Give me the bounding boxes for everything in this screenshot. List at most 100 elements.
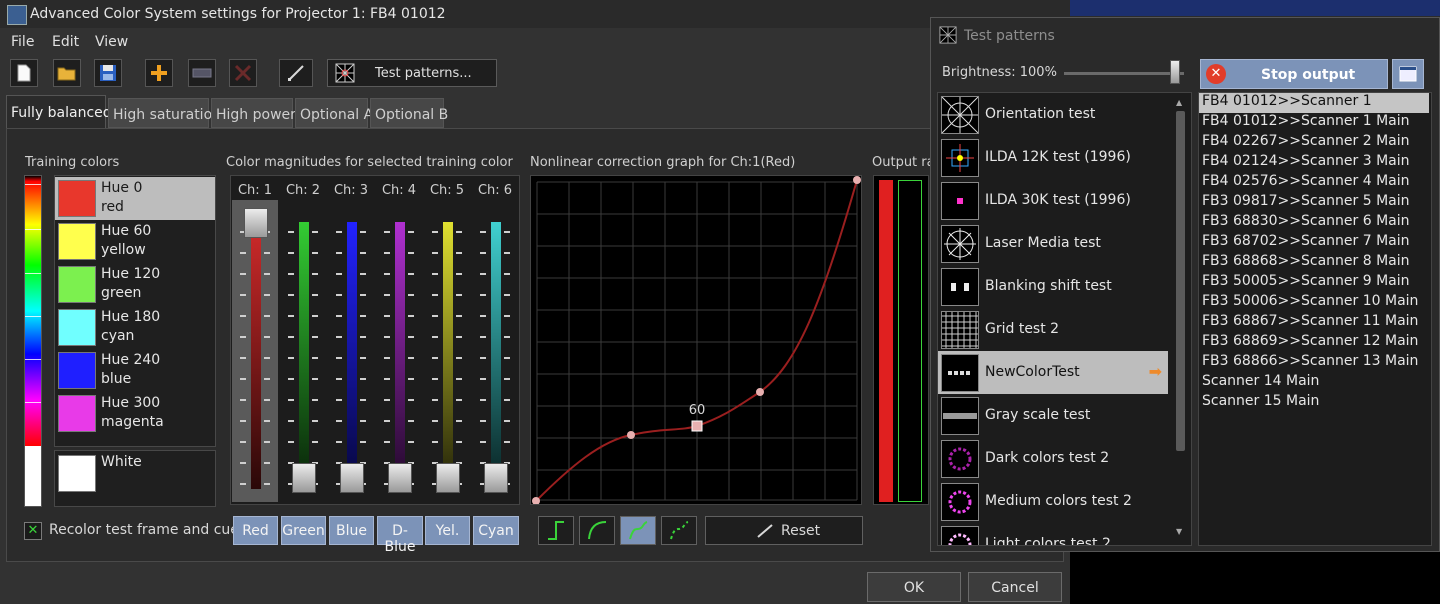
delete-button[interactable] [229, 59, 257, 87]
cancel-button[interactable]: Cancel [968, 572, 1062, 602]
curve-point [853, 176, 861, 184]
pattern-item-new-color-test[interactable]: NewColorTest ➡ [938, 351, 1168, 394]
pattern-item-ilda-12k[interactable]: ILDA 12K test (1996) [938, 136, 1168, 179]
channel-5-slider-knob[interactable] [436, 463, 460, 493]
channel-4-slider-knob[interactable] [388, 463, 412, 493]
tab-high-saturation[interactable]: High saturation [108, 98, 221, 128]
window-view-button[interactable] [1392, 59, 1424, 89]
channel-red-button[interactable]: Red [233, 516, 278, 545]
pattern-item-medium-colors[interactable]: Medium colors test 2 [938, 480, 1168, 523]
channel-2-slider-track[interactable] [299, 222, 309, 489]
add-button[interactable] [145, 59, 173, 87]
correction-graph[interactable]: 60 [530, 175, 862, 505]
scanner-list-item[interactable]: FB3 68830>>Scanner 6 Main [1199, 213, 1429, 233]
channel-2-slider-knob[interactable] [292, 463, 316, 493]
tab-optional-a[interactable]: Optional A [295, 98, 373, 128]
channel-d-blue-button[interactable]: D-Blue [377, 516, 423, 555]
pattern-item-orientation[interactable]: Orientation test [938, 93, 1168, 136]
pattern-item-blanking-shift[interactable]: Blanking shift test [938, 265, 1168, 308]
channel-green-button[interactable]: Green [281, 516, 326, 545]
pattern-item-light-colors[interactable]: Light colors test 2 [938, 523, 1168, 545]
channel-blue-button[interactable]: Blue [329, 516, 374, 545]
scanner-list-item[interactable]: FB3 50005>>Scanner 9 Main [1199, 273, 1429, 293]
channel-yellow-button[interactable]: Yel. [425, 516, 470, 545]
scanner-list-item[interactable]: FB3 68869>>Scanner 12 Main [1199, 333, 1429, 353]
curve-tool-button[interactable] [279, 59, 313, 87]
curve-s-shape-button[interactable] [620, 516, 656, 545]
channel-5-slider-track[interactable] [443, 222, 453, 489]
training-colors-list: Hue 0 red Hue 60 yellow Hue 120 green Hu… [54, 175, 216, 447]
new-file-button[interactable] [10, 59, 38, 87]
scanner-list-item[interactable]: FB3 09817>>Scanner 5 Main [1199, 193, 1429, 213]
stop-output-button[interactable]: ✕ Stop output [1200, 59, 1388, 89]
training-color-white[interactable]: White [54, 450, 216, 507]
curve-step-button[interactable] [538, 516, 574, 545]
brightness-slider-knob[interactable] [1170, 60, 1180, 84]
scanner-list-item[interactable]: FB3 68867>>Scanner 11 Main [1199, 313, 1429, 333]
training-colors-label: Training colors [25, 155, 120, 170]
scanner-list-item[interactable]: FB3 50006>>Scanner 10 Main [1199, 293, 1429, 313]
training-color-hue-120[interactable]: Hue 120 green [55, 263, 215, 306]
scanner-list-item[interactable]: FB4 01012>>Scanner 1 Main [1199, 113, 1429, 133]
brightness-slider-track[interactable] [1064, 72, 1184, 75]
edit-button[interactable] [188, 59, 216, 87]
scanner-list-item[interactable]: FB4 02267>>Scanner 2 Main [1199, 133, 1429, 153]
recolor-checkbox[interactable]: ✕ [24, 522, 42, 540]
scanner-list-item[interactable]: FB3 68868>>Scanner 8 Main [1199, 253, 1429, 273]
channel-3-slider-knob[interactable] [340, 463, 364, 493]
curve-point [756, 388, 764, 396]
training-color-hue-60[interactable]: Hue 60 yellow [55, 220, 215, 263]
recolor-label: Recolor test frame and cues [49, 522, 247, 538]
training-color-name: red [101, 199, 124, 215]
tab-high-power[interactable]: High power [211, 98, 296, 128]
ilda-30k-icon [941, 182, 979, 220]
channel-1-header: Ch: 1 [237, 183, 273, 198]
pattern-item-dark-colors[interactable]: Dark colors test 2 [938, 437, 1168, 480]
window-title: Advanced Color System settings for Proje… [30, 6, 446, 22]
pattern-item-ilda-30k[interactable]: ILDA 30K test (1996) [938, 179, 1168, 222]
scrollbar-thumb[interactable] [1176, 111, 1185, 451]
color-swatch [58, 223, 96, 260]
tab-optional-b[interactable]: Optional B [370, 98, 448, 128]
training-color-hue-300[interactable]: Hue 300 magenta [55, 392, 215, 435]
menu-file[interactable]: File [11, 34, 34, 50]
training-color-hue-180[interactable]: Hue 180 cyan [55, 306, 215, 349]
training-color-hue-240[interactable]: Hue 240 blue [55, 349, 215, 392]
scanner-list-item[interactable]: FB4 02576>>Scanner 4 Main [1199, 173, 1429, 193]
scanner-list-item[interactable]: FB4 02124>>Scanner 3 Main [1199, 153, 1429, 173]
curve-convex-button[interactable] [579, 516, 615, 545]
scroll-up-icon[interactable]: ▲ [1176, 98, 1182, 107]
pattern-item-gray-scale[interactable]: Gray scale test [938, 394, 1168, 437]
blanking-icon [941, 268, 979, 306]
color-swatch [58, 266, 96, 303]
reset-curve-button[interactable]: Reset [705, 516, 863, 545]
output-ranges-label: Output ra [872, 155, 935, 170]
channel-6-slider-knob[interactable] [484, 463, 508, 493]
channel-1-slider-knob[interactable] [244, 208, 268, 238]
tab-fully-balanced[interactable]: Fully balanced [6, 95, 112, 129]
channel-5-header: Ch: 5 [429, 183, 465, 198]
scanner-list-item[interactable]: FB3 68702>>Scanner 7 Main [1199, 233, 1429, 253]
channel-3-slider-track[interactable] [347, 222, 357, 489]
pattern-list-scrollbar[interactable]: ▲ ▼ [1172, 93, 1189, 545]
training-color-title: Hue 0 [101, 180, 143, 196]
training-color-hue-0[interactable]: Hue 0 red [55, 177, 215, 220]
menu-edit[interactable]: Edit [52, 34, 79, 50]
ok-button[interactable]: OK [867, 572, 961, 602]
test-patterns-button[interactable]: Test patterns... [327, 59, 497, 87]
pattern-item-laser-media[interactable]: Laser Media test [938, 222, 1168, 265]
channel-6-slider-track[interactable] [491, 222, 501, 489]
scanner-list-item[interactable]: Scanner 15 Main [1199, 393, 1429, 413]
channel-4-slider-track[interactable] [395, 222, 405, 489]
scanner-list-item[interactable]: FB4 01012>>Scanner 1 [1199, 93, 1429, 113]
scanner-list-item[interactable]: FB3 68866>>Scanner 13 Main [1199, 353, 1429, 373]
save-button[interactable] [94, 59, 122, 87]
scanner-list-item[interactable]: Scanner 14 Main [1199, 373, 1429, 393]
menu-view[interactable]: View [95, 34, 128, 50]
open-file-button[interactable] [53, 59, 81, 87]
channel-1-slider-track[interactable] [251, 222, 261, 489]
curve-dotted-button[interactable] [661, 516, 697, 545]
pattern-item-grid-test[interactable]: Grid test 2 [938, 308, 1168, 351]
channel-cyan-button[interactable]: Cyan [473, 516, 519, 545]
scroll-down-icon[interactable]: ▼ [1176, 527, 1182, 536]
